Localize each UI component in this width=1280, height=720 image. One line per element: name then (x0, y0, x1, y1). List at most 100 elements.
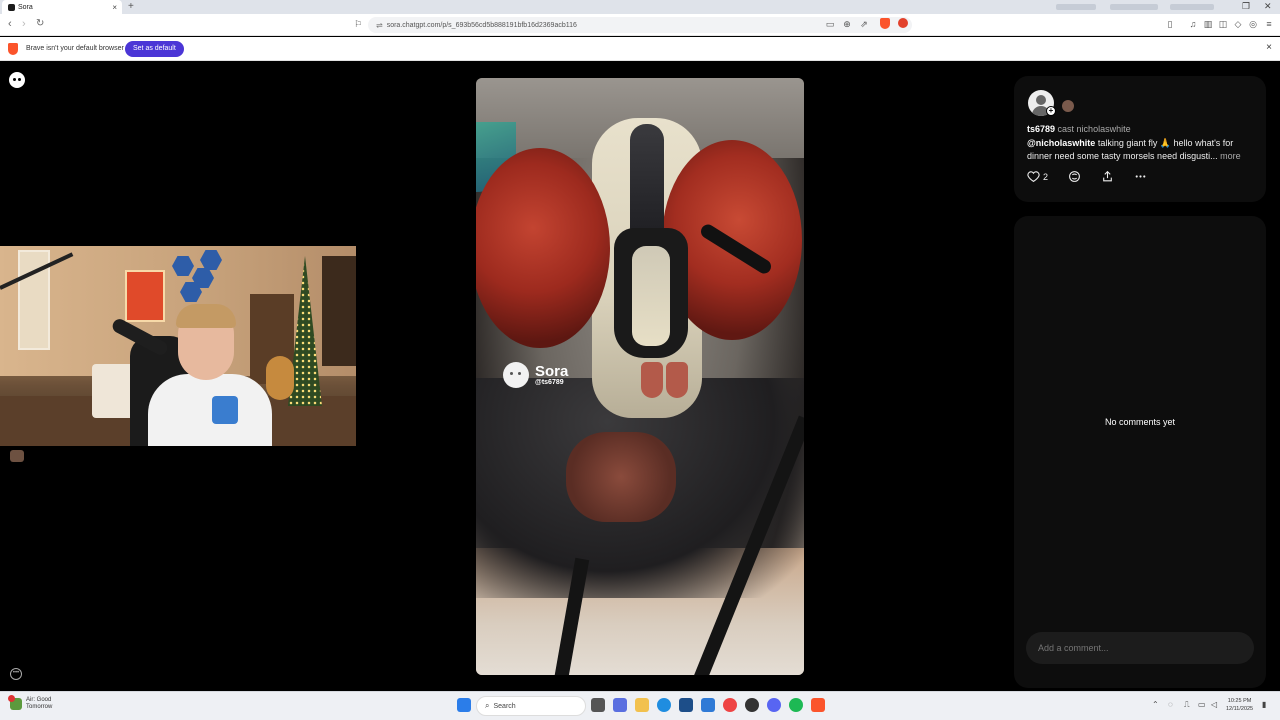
sora-watermark-icon (503, 362, 529, 388)
cast-icon[interactable]: ▭ (825, 19, 835, 29)
network-icon[interactable]: ▭ (1198, 700, 1206, 709)
brave-lion-icon (8, 43, 18, 55)
sora-favicon-icon (8, 3, 15, 11)
fly-mouth-inner (632, 246, 670, 346)
chrome-icon[interactable] (723, 698, 737, 712)
sora-logo-icon[interactable] (9, 72, 25, 88)
vpn-icon[interactable]: ◇ (1233, 19, 1243, 29)
site-info-icon[interactable]: ⇌ (376, 21, 383, 30)
cast-avatar[interactable] (1062, 100, 1074, 112)
tab-strip: Sora × + ❐ ✕ (0, 0, 1280, 14)
brave-shields-icon[interactable] (880, 18, 890, 29)
watermark-handle: @ts6789 (535, 378, 564, 386)
ellipsis-icon (1135, 175, 1146, 178)
search-icon: ⌕ (485, 701, 490, 710)
zoom-icon[interactable]: ⊕ (842, 19, 852, 29)
windows-start-icon[interactable] (457, 698, 471, 712)
blurred-tab-text (1110, 4, 1158, 10)
heart-icon (1027, 171, 1040, 183)
post-caption: @nicholaswhite talking giant fly 🙏 hello… (1027, 137, 1257, 163)
no-comments-text: No comments yet (1104, 417, 1176, 427)
caption-more-link[interactable]: more (1220, 151, 1241, 161)
store-icon[interactable] (679, 698, 693, 712)
back-arrow-icon[interactable]: ‹ (8, 18, 12, 30)
extensions-icon[interactable]: ◎ (1248, 19, 1258, 29)
clock-time: 10:25 PM (1227, 698, 1252, 704)
weather-line-1: Air: Good (26, 697, 52, 703)
page-menu-icon[interactable]: ••• (10, 668, 22, 680)
more-options-button[interactable] (1134, 170, 1147, 183)
windows-taskbar: Air: Good Tomorrow ⌕ Search ⌃ ◌ ⎍ ▭ ◁ 10… (0, 691, 1280, 720)
blurred-tab-text (1170, 4, 1214, 10)
comment-input[interactable] (1026, 632, 1254, 664)
fly-lip (666, 362, 688, 398)
notifications-icon[interactable]: ▮ (1262, 700, 1266, 709)
menu-icon[interactable]: ≡ (1264, 19, 1274, 29)
reader-icon[interactable]: ▥ (1203, 19, 1213, 29)
tray-chevron-icon[interactable]: ⌃ (1152, 700, 1159, 709)
infobar-message: Brave isn't your default browser (26, 45, 124, 52)
system-clock[interactable]: 10:25 PM 12/11/2025 (1226, 697, 1253, 713)
brave-taskbar-icon[interactable] (811, 698, 825, 712)
like-count: 2 (1043, 171, 1049, 182)
caption-mention[interactable]: @nicholaswhite (1027, 138, 1095, 148)
author-username[interactable]: ts6789 (1027, 124, 1055, 134)
reload-icon[interactable]: ↻ (36, 18, 44, 29)
wallet-icon[interactable]: ◫ (1218, 19, 1228, 29)
infobar-close-icon[interactable]: × (1266, 42, 1272, 53)
forward-arrow-icon[interactable]: › (22, 18, 26, 30)
browser-toolbar: ‹ › ↻ ⚐ ⇌ sora.chatgpt.com/p/s_693b56cd5… (0, 14, 1280, 36)
bookmark-icon[interactable]: ⚐ (353, 19, 363, 29)
url-text: sora.chatgpt.com/p/s_693b56cd5b888191bfb… (386, 21, 577, 29)
sora-page: Sora @ts6789 + ts6789 cast nicholaswhite… (0, 62, 1280, 691)
new-tab-button[interactable]: + (128, 1, 134, 12)
remix-icon (1069, 171, 1080, 182)
copilot-icon[interactable] (613, 698, 627, 712)
follow-plus-icon[interactable]: + (1046, 106, 1056, 116)
tray-usb-icon[interactable]: ⎍ (1184, 700, 1190, 710)
fly-throat (566, 432, 676, 522)
task-view-icon[interactable] (591, 698, 605, 712)
sora-watermark: Sora @ts6789 (503, 362, 568, 388)
remix-button[interactable] (1068, 170, 1081, 183)
sidebar-icon[interactable]: ▯ (1165, 19, 1175, 29)
file-explorer-icon[interactable] (635, 698, 649, 712)
webcam-poster (125, 270, 165, 322)
fly-left-eye (476, 148, 610, 348)
search-placeholder: Search (493, 702, 516, 710)
set-as-default-button[interactable]: Set as default (125, 41, 184, 57)
cast-label[interactable]: cast nicholaswhite (1058, 124, 1131, 134)
mail-icon[interactable] (701, 698, 715, 712)
video-player[interactable]: Sora @ts6789 (476, 78, 804, 675)
weather-line-2: Tomorrow (26, 704, 53, 710)
share-icon[interactable]: ⇗ (859, 19, 869, 29)
spotify-icon[interactable] (789, 698, 803, 712)
watermark-name: Sora (535, 362, 569, 380)
notification-badge (8, 695, 15, 702)
post-actions: 2 (1027, 170, 1167, 183)
discord-icon[interactable] (767, 698, 781, 712)
webcam-overlay (0, 246, 356, 446)
post-author-line: ts6789 cast nicholaswhite (1027, 124, 1131, 134)
media-icon[interactable]: ♫ (1188, 19, 1198, 29)
fly-lip (641, 362, 663, 398)
obs-icon[interactable] (745, 698, 759, 712)
close-window-icon[interactable]: ✕ (1264, 1, 1272, 12)
share-button[interactable] (1101, 170, 1114, 183)
edge-icon[interactable] (657, 698, 671, 712)
webcam-person-body (148, 374, 272, 446)
tab-sora[interactable]: Sora × (2, 0, 122, 14)
weather-widget[interactable]: Air: Good Tomorrow (8, 695, 53, 711)
webcam-cabinet (322, 256, 356, 366)
comments-panel: No comments yet (1014, 216, 1266, 688)
avatar-head-icon (1036, 95, 1046, 105)
clock-date: 12/11/2025 (1226, 706, 1254, 712)
tab-title: Sora (18, 3, 33, 11)
restore-window-icon[interactable]: ❐ (1242, 1, 1250, 12)
like-button[interactable]: 2 (1027, 170, 1048, 183)
brave-rewards-icon[interactable] (898, 18, 908, 28)
tray-app-icon[interactable]: ◌ (1168, 700, 1173, 709)
volume-icon[interactable]: ◁ (1211, 700, 1217, 709)
taskbar-search[interactable]: ⌕ Search (476, 696, 586, 716)
tab-close-icon[interactable]: × (112, 3, 117, 12)
